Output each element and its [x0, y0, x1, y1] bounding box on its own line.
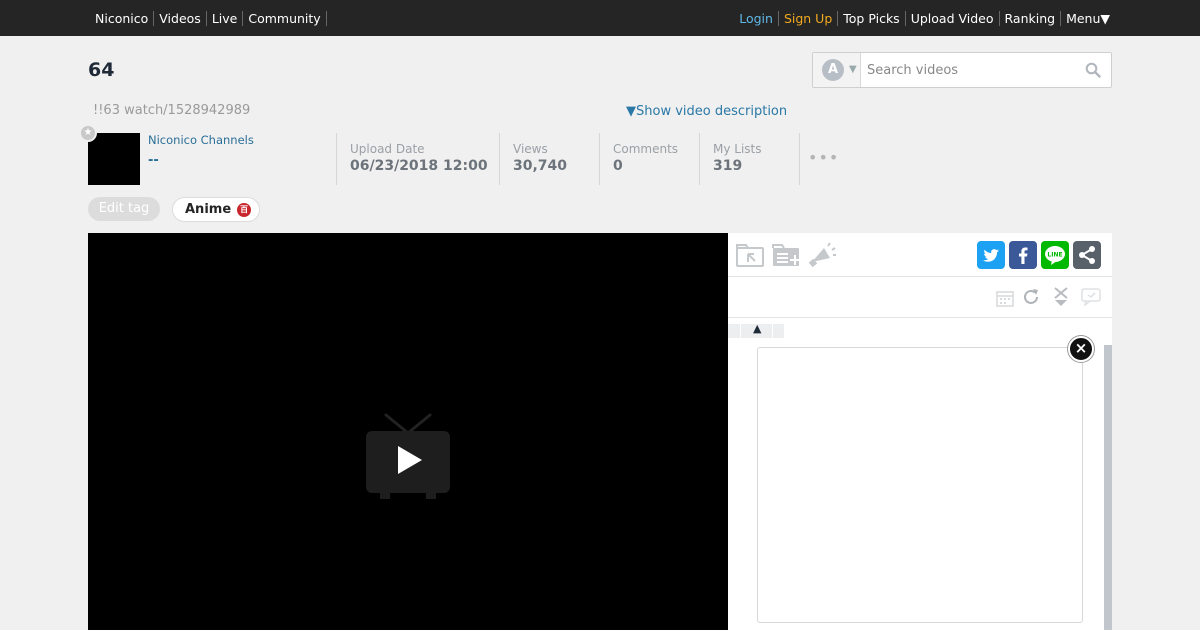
stat-value: 06/23/2018 12:00 — [350, 158, 488, 174]
global-nav: Niconico Videos Live Community — [90, 0, 327, 36]
search-box: A ▼ — [812, 52, 1112, 88]
scroll-down-icon[interactable] — [1050, 287, 1072, 311]
stat-upload-date: Upload Date 06/23/2018 12:00 — [336, 133, 499, 185]
edit-tag-button[interactable]: Edit tag — [88, 197, 160, 221]
nav-menu[interactable]: Menu▼ — [1061, 11, 1110, 26]
stat-more: ••• — [799, 133, 839, 185]
stat-comments: Comments 0 — [599, 133, 699, 185]
nav-niconico[interactable]: Niconico — [90, 10, 155, 26]
video-subline: !!63 watch/1528942989 — [93, 103, 251, 118]
search-input[interactable] — [867, 59, 1077, 81]
show-description-toggle[interactable]: ▼Show video description — [626, 104, 787, 119]
stat-label: Views — [513, 142, 548, 156]
side-panel: LINE ▲ × — [728, 233, 1112, 630]
nav-videos[interactable]: Videos — [154, 10, 207, 26]
search-mode-icon: A — [822, 59, 844, 81]
nav-community[interactable]: Community — [243, 10, 327, 26]
playlist-add-icon[interactable] — [772, 243, 802, 271]
stat-mylists: My Lists 319 — [699, 133, 799, 185]
facebook-icon[interactable] — [1009, 241, 1037, 269]
video-title: 64 — [88, 59, 115, 81]
signup-link[interactable]: Sign Up — [779, 10, 839, 26]
tag-label[interactable]: Anime — [185, 202, 231, 217]
nav-ranking[interactable]: Ranking — [1000, 10, 1062, 26]
line-icon[interactable]: LINE — [1041, 241, 1069, 269]
svg-text:LINE: LINE — [1047, 252, 1062, 259]
video-player[interactable] — [88, 233, 728, 630]
search-mode-selector[interactable]: A ▼ — [813, 53, 861, 87]
close-icon[interactable]: × — [1068, 336, 1094, 362]
share-icon[interactable] — [1073, 241, 1101, 269]
scrollbar[interactable] — [1104, 345, 1112, 630]
twitter-icon[interactable] — [977, 241, 1005, 269]
search-icon[interactable] — [1085, 62, 1101, 82]
column-divider — [772, 324, 773, 338]
stat-value: 319 — [713, 158, 743, 174]
owner-name[interactable]: Niconico Channels — [148, 133, 254, 147]
video-stats: Upload Date 06/23/2018 12:00 Views 30,74… — [336, 133, 839, 185]
dictionary-icon[interactable]: 百 — [237, 203, 252, 217]
play-tv-icon[interactable] — [364, 411, 452, 505]
stat-value: 30,740 — [513, 158, 568, 174]
mylist-folder-icon[interactable] — [736, 243, 764, 271]
stat-label: My Lists — [713, 142, 762, 156]
nav-top-picks[interactable]: Top Picks — [838, 10, 906, 26]
favorite-star-icon[interactable]: ★ — [79, 124, 97, 142]
top-navbar: Niconico Videos Live Community Login Sig… — [0, 0, 1200, 36]
calendar-icon[interactable] — [996, 289, 1014, 311]
comment-list[interactable] — [757, 347, 1083, 623]
nav-live[interactable]: Live — [207, 10, 244, 26]
more-options-button[interactable]: ••• — [808, 148, 839, 167]
column-divider — [740, 324, 741, 338]
sort-arrow-icon[interactable]: ▲ — [753, 322, 761, 335]
owner-subtitle[interactable]: -- — [148, 153, 159, 168]
comment-icon[interactable] — [1081, 288, 1101, 310]
nav-upload-video[interactable]: Upload Video — [906, 10, 1000, 26]
stat-label: Upload Date — [350, 142, 425, 156]
comment-toolbar — [728, 277, 1112, 318]
stat-views: Views 30,740 — [499, 133, 599, 185]
reload-icon[interactable] — [1021, 287, 1041, 311]
sort-header[interactable]: ▲ — [728, 322, 784, 338]
uad-megaphone-icon[interactable] — [808, 242, 836, 272]
tag-item[interactable]: Anime 百 — [172, 197, 261, 222]
panel-toolbar: LINE — [728, 233, 1112, 277]
owner-avatar[interactable] — [88, 133, 140, 185]
user-nav: Login Sign Up Top Picks Upload Video Ran… — [734, 0, 1110, 36]
stat-value: 0 — [613, 158, 623, 174]
stat-label: Comments — [613, 142, 679, 156]
chevron-down-icon: ▼ — [849, 64, 857, 75]
login-link[interactable]: Login — [734, 10, 779, 26]
